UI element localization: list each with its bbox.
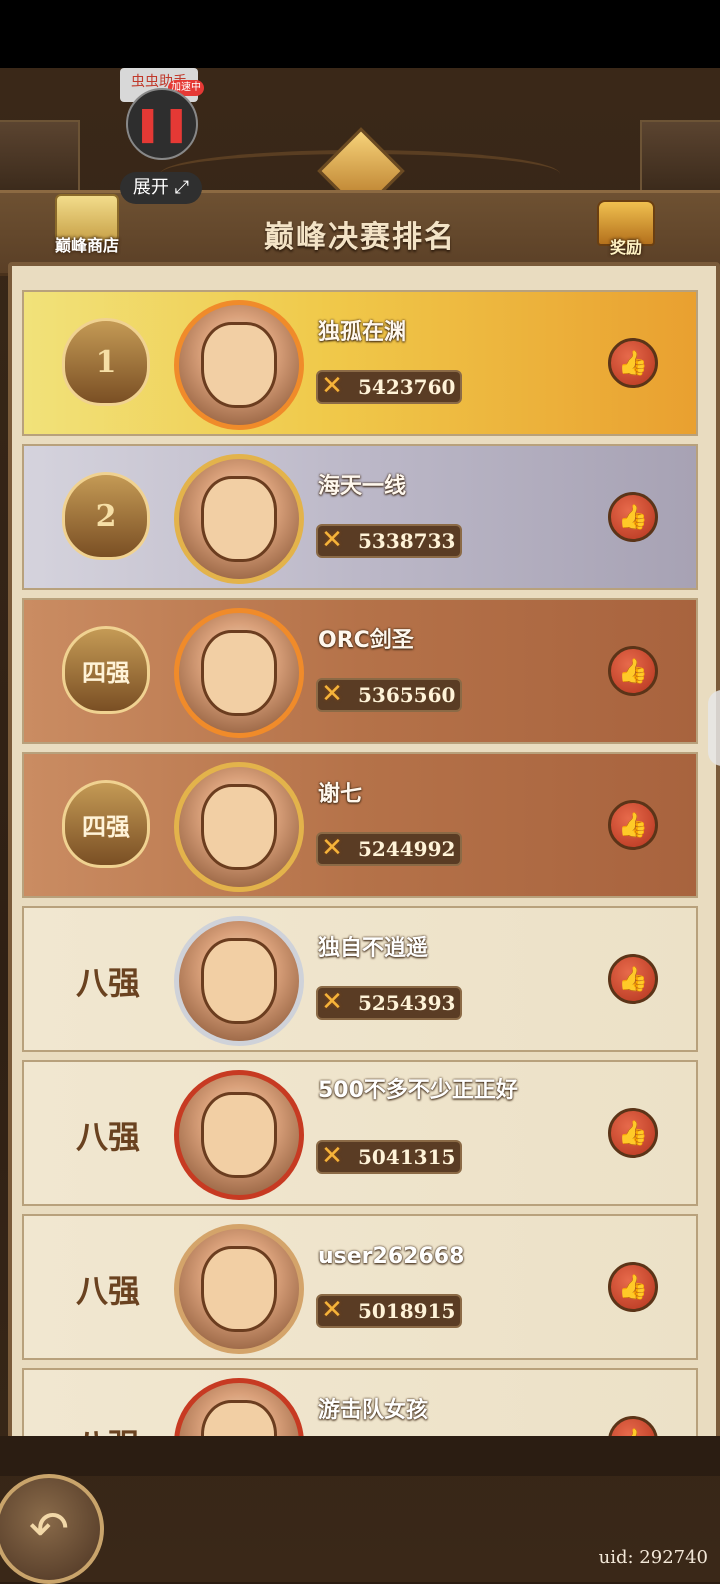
player-name: 独孤在渊 [318, 320, 407, 345]
player-name: 海天一线 [318, 474, 407, 499]
score-badge: ✕ 5018915 [316, 1294, 462, 1328]
player-name: 游击队女孩 [318, 1398, 429, 1423]
player-avatar[interactable] [174, 1070, 304, 1200]
rank-badge: 四强 [62, 780, 150, 868]
hero-portrait-icon [201, 1246, 277, 1332]
pause-button[interactable]: ❚❚ [126, 88, 198, 160]
expand-button[interactable]: 展开 ⤢ [120, 172, 202, 204]
player-name: 谢七 [318, 782, 363, 807]
rank-badge: 1 [62, 318, 150, 406]
thumbs-up-icon: 👍 [618, 1119, 648, 1147]
thumbs-up-icon: 👍 [618, 503, 648, 531]
side-drawer-handle[interactable] [708, 690, 720, 766]
hero-portrait-icon [201, 630, 277, 716]
thumbs-up-icon: 👍 [618, 811, 648, 839]
ranking-row: 八强 游击队女孩 👍 [22, 1368, 698, 1438]
rank-label: 八强 [75, 1118, 140, 1156]
crossed-swords-icon: ✕ [321, 987, 343, 1017]
rank-badge: 四强 [62, 626, 150, 714]
like-button[interactable]: 👍 [608, 492, 658, 542]
rank-label: 八强 [75, 964, 140, 1002]
like-button[interactable]: 👍 [608, 800, 658, 850]
thumbs-up-icon: 👍 [618, 1273, 648, 1301]
player-avatar[interactable] [174, 762, 304, 892]
uid-label: uid: 292740 [598, 1547, 708, 1568]
player-name: ORC剑圣 [318, 628, 414, 653]
like-button[interactable]: 👍 [608, 954, 658, 1004]
rank-label: 八强 [75, 1272, 140, 1310]
score-badge: ✕ 5423760 [316, 370, 462, 404]
score-value: 5018915 [358, 1299, 456, 1323]
status-bar [0, 0, 720, 68]
bottom-frame [0, 1436, 720, 1476]
player-name: 独自不逍遥 [318, 936, 429, 961]
page-title: 巅峰决赛排名 [264, 220, 456, 255]
crossed-swords-icon: ✕ [321, 833, 343, 863]
reward-button[interactable]: 奖励 [594, 200, 658, 264]
ranking-row: 八强 user262668 ✕ 5018915 👍 [22, 1214, 698, 1360]
crossed-swords-icon: ✕ [321, 525, 343, 555]
player-name: 500不多不少正正好 [318, 1078, 518, 1103]
player-avatar[interactable] [174, 300, 304, 430]
reward-label: 奖励 [609, 238, 642, 257]
player-name: user262668 [318, 1244, 465, 1269]
thumbs-up-icon: 👍 [618, 965, 648, 993]
crossed-swords-icon: ✕ [321, 1141, 343, 1171]
crossed-swords-icon: ✕ [321, 679, 343, 709]
pause-icon: ❚❚ [133, 104, 191, 144]
like-button[interactable]: 👍 [608, 338, 658, 388]
score-value: 5254393 [358, 991, 456, 1015]
score-badge: ✕ 5041315 [316, 1140, 462, 1174]
player-avatar[interactable] [174, 454, 304, 584]
ranking-row: 八强 独自不逍遥 ✕ 5254393 👍 [22, 906, 698, 1052]
player-avatar[interactable] [174, 916, 304, 1046]
peak-shop-label: 巅峰商店 [54, 236, 119, 255]
score-value: 5365560 [358, 683, 456, 707]
ranking-row: 2 海天一线 ✕ 5338733 👍 [22, 444, 698, 590]
peak-shop-button[interactable]: 巅峰商店 [48, 192, 126, 262]
expand-icon: ⤢ [174, 177, 190, 198]
ranking-row: 1 独孤在渊 ✕ 5423760 👍 [22, 290, 698, 436]
like-button[interactable]: 👍 [608, 1262, 658, 1312]
hero-portrait-icon [201, 1092, 277, 1178]
score-value: 5423760 [358, 375, 456, 399]
player-avatar[interactable] [174, 1378, 304, 1438]
crossed-swords-icon: ✕ [321, 1295, 343, 1325]
hero-portrait-icon [201, 476, 277, 562]
player-avatar[interactable] [174, 608, 304, 738]
right-pillar-decoration [640, 120, 720, 194]
ranking-row: 四强 谢七 ✕ 5244992 👍 [22, 752, 698, 898]
left-pillar-decoration [0, 120, 80, 194]
shield-portrait-icon [201, 784, 277, 870]
ranking-row: 四强 ORC剑圣 ✕ 5365560 👍 [22, 598, 698, 744]
score-value: 5244992 [358, 837, 456, 861]
ranking-row: 八强 500不多不少正正好 ✕ 5041315 👍 [22, 1060, 698, 1206]
hero-portrait-icon [201, 938, 277, 1024]
player-avatar[interactable] [174, 1224, 304, 1354]
back-arrow-icon: ↶ [28, 1501, 70, 1557]
like-button[interactable]: 👍 [608, 1108, 658, 1158]
like-button[interactable]: 👍 [608, 646, 658, 696]
rank-badge: 2 [62, 472, 150, 560]
score-badge: ✕ 5338733 [316, 524, 462, 558]
score-badge: ✕ 5365560 [316, 678, 462, 712]
ranking-list-panel[interactable]: 1 独孤在渊 ✕ 5423760 👍 2 海天一线 ✕ 5338733 👍 四强… [8, 262, 720, 1442]
thumbs-up-icon: 👍 [618, 349, 648, 377]
score-value: 5338733 [358, 529, 456, 553]
score-badge: ✕ 5244992 [316, 832, 462, 866]
expand-label: 展开 [132, 177, 169, 198]
score-value: 5041315 [358, 1145, 456, 1169]
score-badge: ✕ 5254393 [316, 986, 462, 1020]
crossed-swords-icon: ✕ [321, 371, 343, 401]
hero-portrait-icon [201, 322, 277, 408]
thumbs-up-icon: 👍 [618, 657, 648, 685]
